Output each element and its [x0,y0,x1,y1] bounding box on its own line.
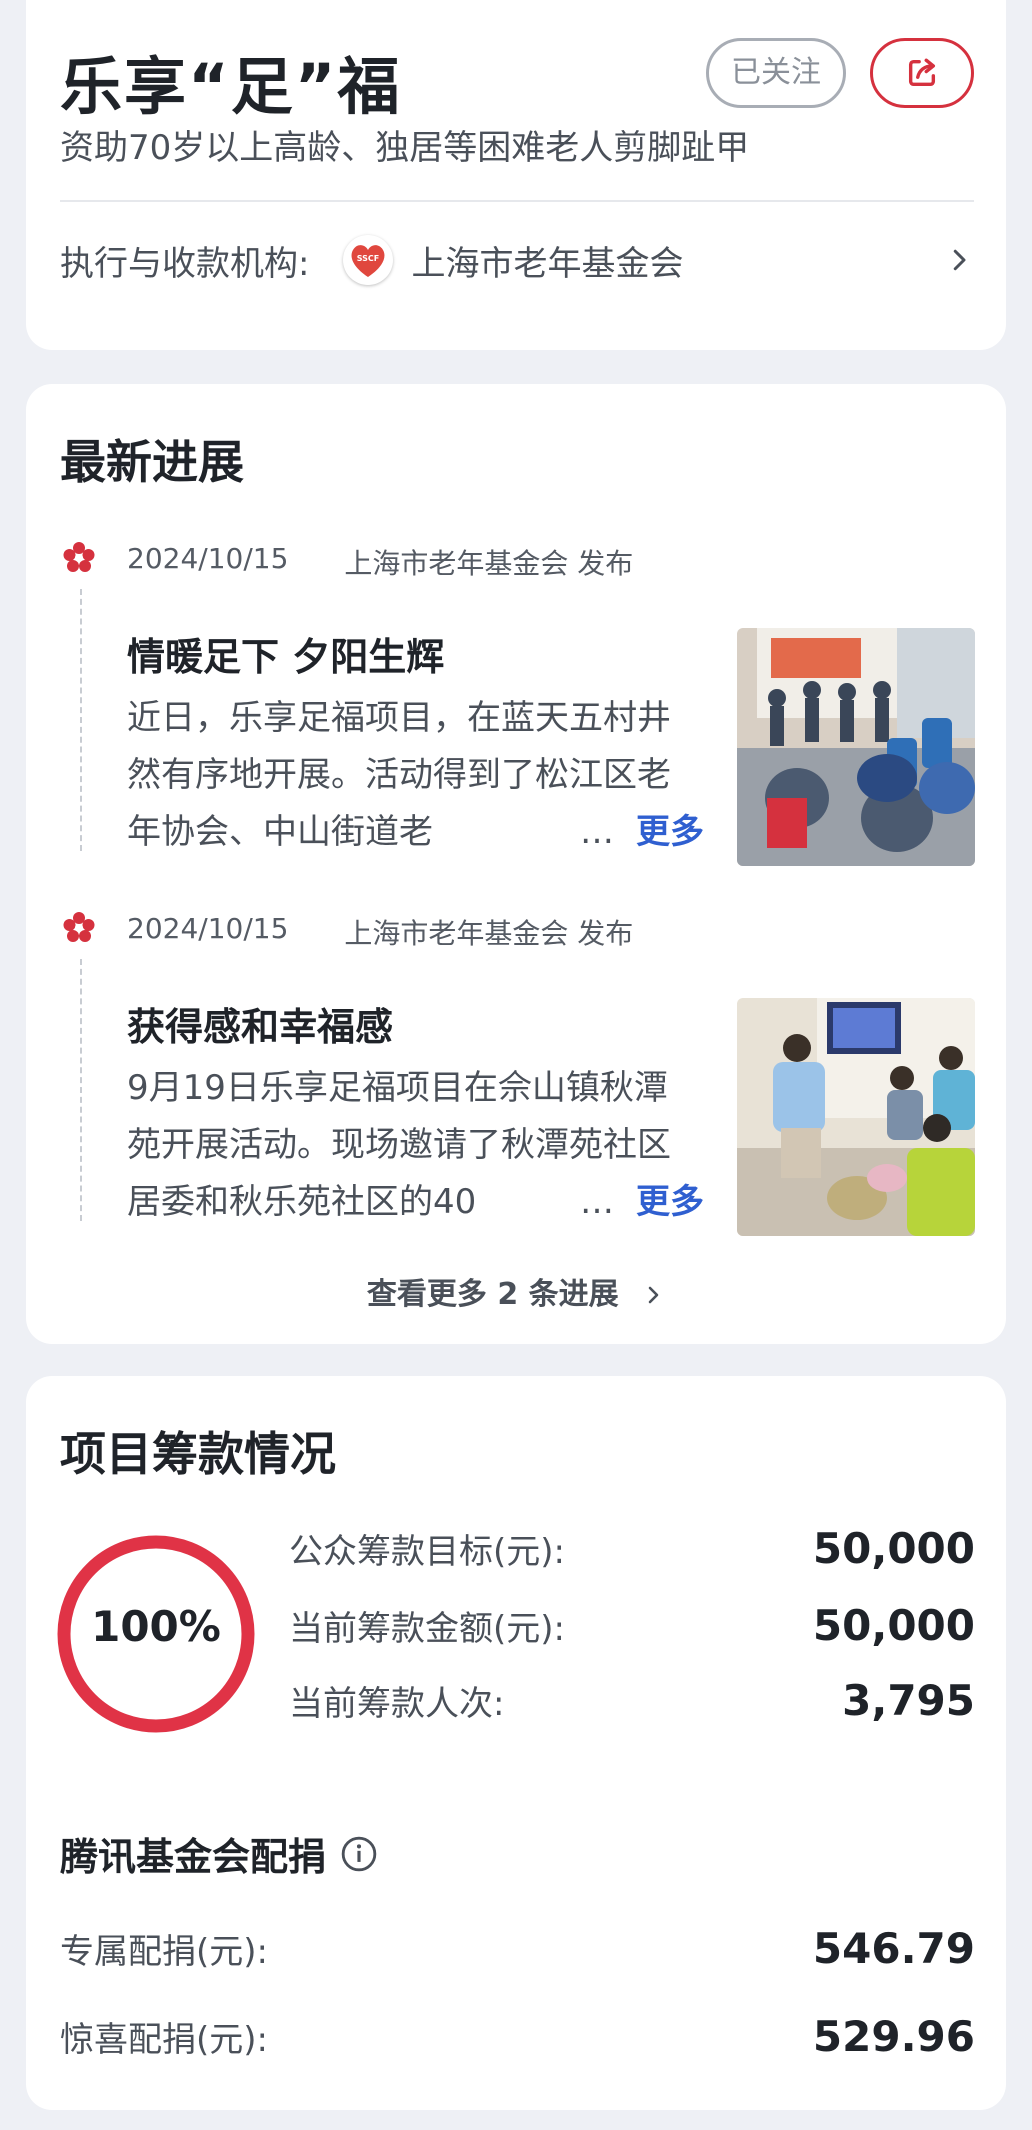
entry-meta: 2024/10/15 上海市老年基金会 发布 [127,542,633,582]
ellipsis: … [580,1182,614,1222]
progress-percent: 100% [91,1602,221,1651]
see-more-label: 查看更多 2 条进展 [366,1277,619,1312]
flower-icon [63,912,95,942]
entry-more-link[interactable]: … 更多 [574,1174,704,1231]
organization-logo: SSCF [343,235,394,285]
project-title: 乐享“足”福 [60,50,402,123]
more-link[interactable]: 更多 [636,804,704,861]
matching-title-text: 腾讯基金会配捐 [60,1835,327,1879]
organization-label: 执行与收款机构: [60,243,310,284]
stat-row: 当前筹款人次: 3,795 [289,1676,975,1725]
more-link[interactable]: 更多 [636,1174,704,1231]
stat-value: 50,000 [812,1601,975,1650]
match-value: 529.96 [812,2012,975,2061]
organization-name: 上海市老年基金会 [411,243,684,284]
see-more-progress-link[interactable]: 查看更多 2 条进展 [26,1269,1006,1313]
progress-title: 最新进展 [60,435,244,489]
info-icon[interactable] [340,1835,378,1873]
project-subtitle: 资助70岁以上高龄、独居等困难老人剪脚趾甲 [60,128,750,168]
progress-card: 最新进展 2024/10/15 上海市老年基金会 发布 情暖足下 夕阳生辉 近日… [26,384,1006,1344]
chevron-right-icon [648,1286,659,1304]
flower-icon [63,542,95,572]
follow-button[interactable]: 已关注 [706,38,846,108]
matching-title: 腾讯基金会配捐 [60,1826,378,1881]
entry-date: 2024/10/15 [127,542,289,575]
stat-value: 3,795 [842,1676,975,1725]
stat-label: 公众筹款目标(元): [289,1532,565,1572]
project-header-card: 乐享“足”福 已关注 资助70岁以上高龄、独居等困难老人剪脚趾甲 执行与收款机构… [26,0,1006,350]
ellipsis: … [580,812,614,852]
fundraising-card: 项目筹款情况 100% 公众筹款目标(元): 50,000 当前筹款金额(元):… [26,1376,1006,2110]
entry-meta: 2024/10/15 上海市老年基金会 发布 [127,912,633,952]
match-label: 专属配捐(元): [60,1932,268,1972]
entry-more-link[interactable]: … 更多 [574,804,704,861]
entry-date: 2024/10/15 [127,912,289,945]
chevron-right-icon [953,249,966,271]
share-icon [908,58,936,87]
timeline-line [80,959,82,1221]
organization-row[interactable]: 执行与收款机构: SSCF 上海市老年基金会 [60,210,974,310]
entry-title[interactable]: 获得感和幸福感 [127,996,393,1051]
match-label: 惊喜配捐(元): [60,2020,268,2060]
share-button[interactable] [870,38,974,108]
logo-text: SSCF [357,254,380,263]
match-row: 惊喜配捐(元): 529.96 [60,2012,975,2061]
entry-publisher: 上海市老年基金会 发布 [344,917,634,950]
stat-value: 50,000 [812,1524,975,1573]
entry-title[interactable]: 情暖足下 夕阳生辉 [127,626,444,681]
entry-publisher: 上海市老年基金会 发布 [344,547,634,580]
fundraising-title: 项目筹款情况 [60,1427,336,1481]
stat-label: 当前筹款金额(元): [289,1609,565,1649]
entry-photo[interactable] [737,628,975,866]
stat-label: 当前筹款人次: [289,1684,505,1724]
match-value: 546.79 [812,1924,975,1973]
stat-row: 公众筹款目标(元): 50,000 [289,1524,975,1573]
divider [60,200,974,202]
entry-photo[interactable] [737,998,975,1236]
stat-row: 当前筹款金额(元): 50,000 [289,1601,975,1650]
timeline-line [80,589,82,851]
match-row: 专属配捐(元): 546.79 [60,1924,975,1973]
